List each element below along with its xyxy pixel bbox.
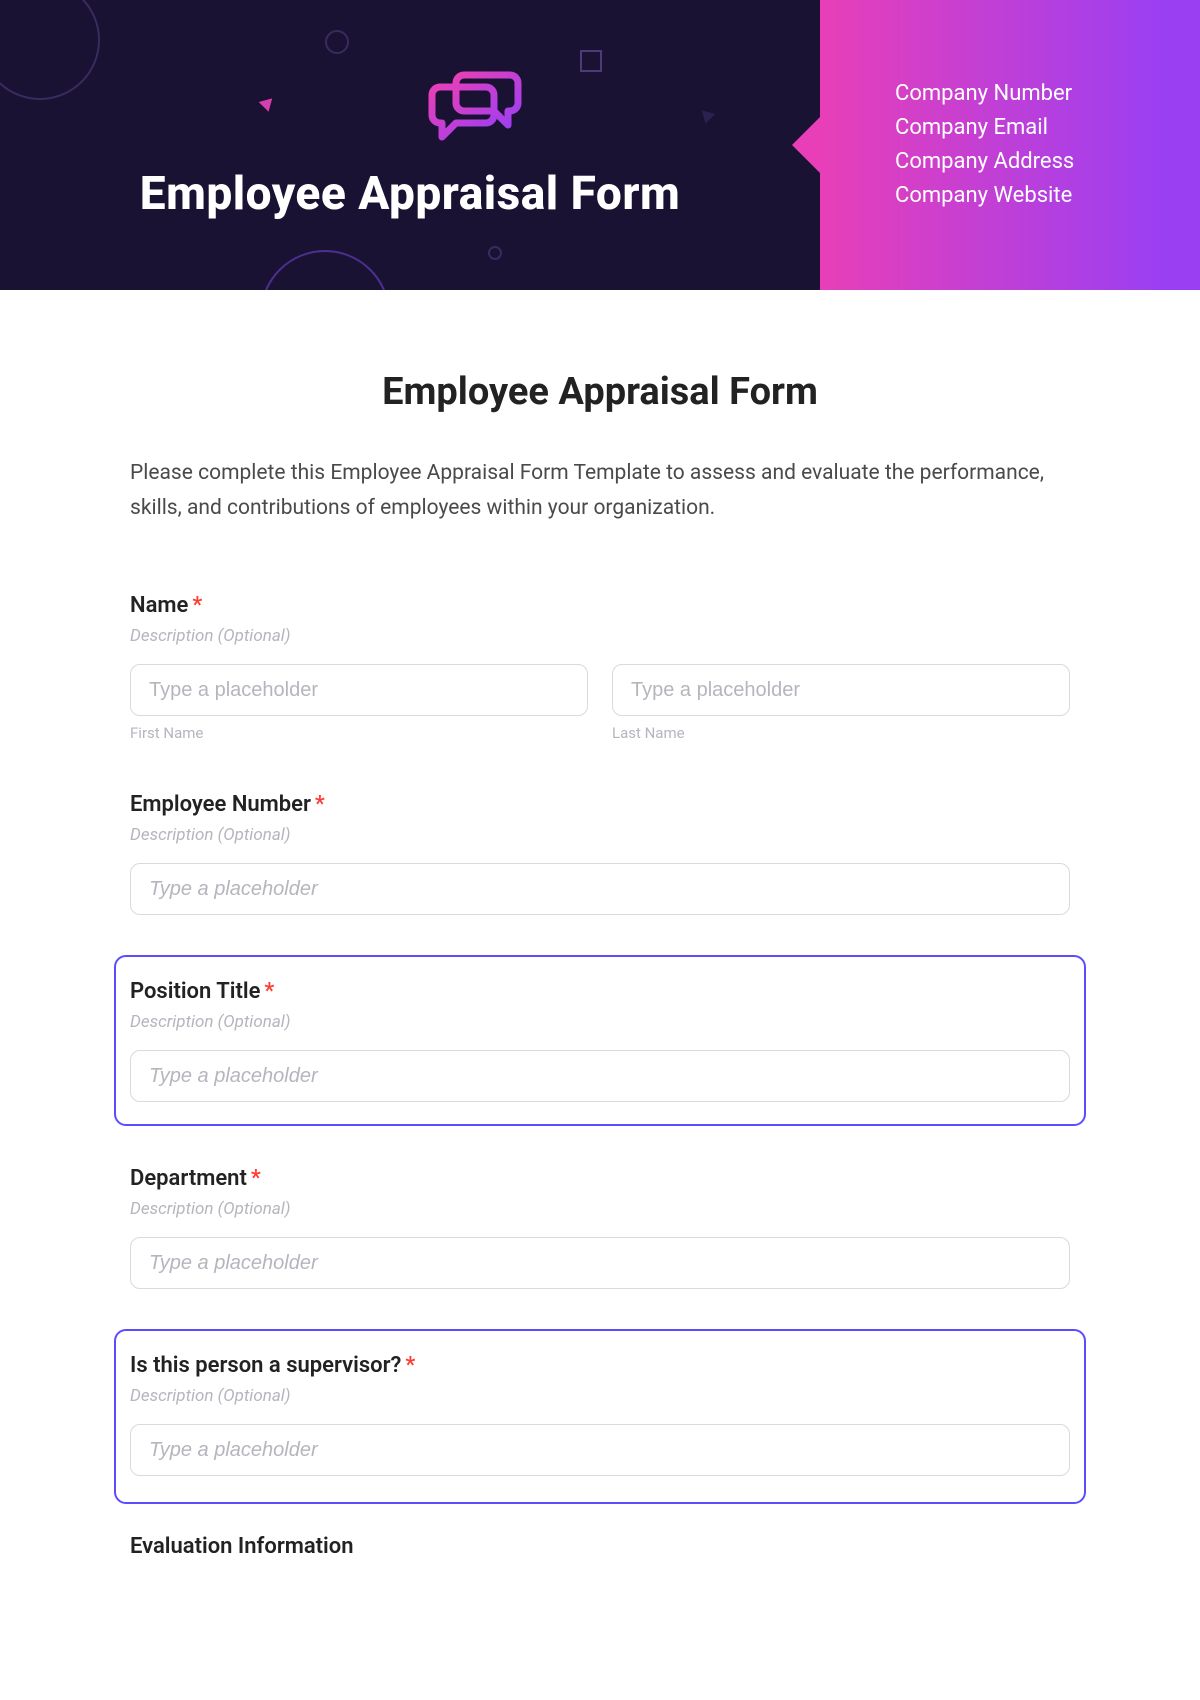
section-evaluation-header: Evaluation Information <box>130 1534 1070 1559</box>
company-website-text: Company Website <box>895 179 1200 213</box>
deco-circle-icon <box>0 0 100 100</box>
chat-bubbles-icon <box>420 69 530 149</box>
field-label-employee-number: Employee Number* <box>130 792 1070 817</box>
position-title-input[interactable] <box>130 1050 1070 1102</box>
employee-number-input[interactable] <box>130 863 1070 915</box>
required-mark: * <box>315 792 325 817</box>
deco-triangle-icon <box>699 110 716 125</box>
deco-ring-icon <box>488 246 502 260</box>
deco-ring-icon <box>325 30 349 54</box>
field-label-department: Department* <box>130 1166 1070 1191</box>
field-opt-desc: Description (Optional) <box>130 1386 1070 1406</box>
deco-triangle-icon <box>259 98 276 113</box>
field-supervisor-question[interactable]: Is this person a supervisor?* Descriptio… <box>114 1329 1086 1504</box>
last-name-input[interactable] <box>612 664 1070 716</box>
banner: Employee Appraisal Form Company Number C… <box>0 0 1200 290</box>
field-opt-desc: Description (Optional) <box>130 1012 1070 1032</box>
required-mark: * <box>264 979 274 1004</box>
deco-circle-icon <box>260 250 390 290</box>
field-department: Department* Description (Optional) <box>130 1156 1070 1293</box>
form-description: Please complete this Employee Appraisal … <box>130 456 1070 525</box>
label-text: Name <box>130 593 188 618</box>
field-name: Name* Description (Optional) First Name … <box>130 583 1070 746</box>
form-title: Employee Appraisal Form <box>130 370 1070 414</box>
required-mark: * <box>405 1353 415 1378</box>
department-input[interactable] <box>130 1237 1070 1289</box>
field-opt-desc: Description (Optional) <box>130 825 1070 845</box>
first-name-sublabel: First Name <box>130 724 588 742</box>
company-email-text: Company Email <box>895 111 1200 145</box>
supervisor-input[interactable] <box>130 1424 1070 1476</box>
banner-company-info: Company Number Company Email Company Add… <box>820 0 1200 290</box>
label-text: Position Title <box>130 979 260 1004</box>
banner-title: Employee Appraisal Form <box>140 167 680 221</box>
field-label-name: Name* <box>130 593 1070 618</box>
label-text: Department <box>130 1166 247 1191</box>
label-text: Is this person a supervisor? <box>130 1353 401 1378</box>
banner-left: Employee Appraisal Form <box>0 0 820 290</box>
field-label-supervisor: Is this person a supervisor?* <box>130 1353 1070 1378</box>
field-position-title[interactable]: Position Title* Description (Optional) <box>114 955 1086 1126</box>
company-number-text: Company Number <box>895 77 1200 111</box>
form-body: Employee Appraisal Form Please complete … <box>0 290 1200 1559</box>
field-employee-number: Employee Number* Description (Optional) <box>130 782 1070 919</box>
required-mark: * <box>192 593 202 618</box>
last-name-sublabel: Last Name <box>612 724 1070 742</box>
field-opt-desc: Description (Optional) <box>130 1199 1070 1219</box>
first-name-input[interactable] <box>130 664 588 716</box>
field-opt-desc: Description (Optional) <box>130 626 1070 646</box>
deco-square-icon <box>580 50 602 72</box>
label-text: Employee Number <box>130 792 311 817</box>
name-input-row: First Name Last Name <box>130 664 1070 742</box>
field-label-position-title: Position Title* <box>130 979 1070 1004</box>
page: Employee Appraisal Form Company Number C… <box>0 0 1200 1700</box>
company-address-text: Company Address <box>895 145 1200 179</box>
required-mark: * <box>251 1166 261 1191</box>
